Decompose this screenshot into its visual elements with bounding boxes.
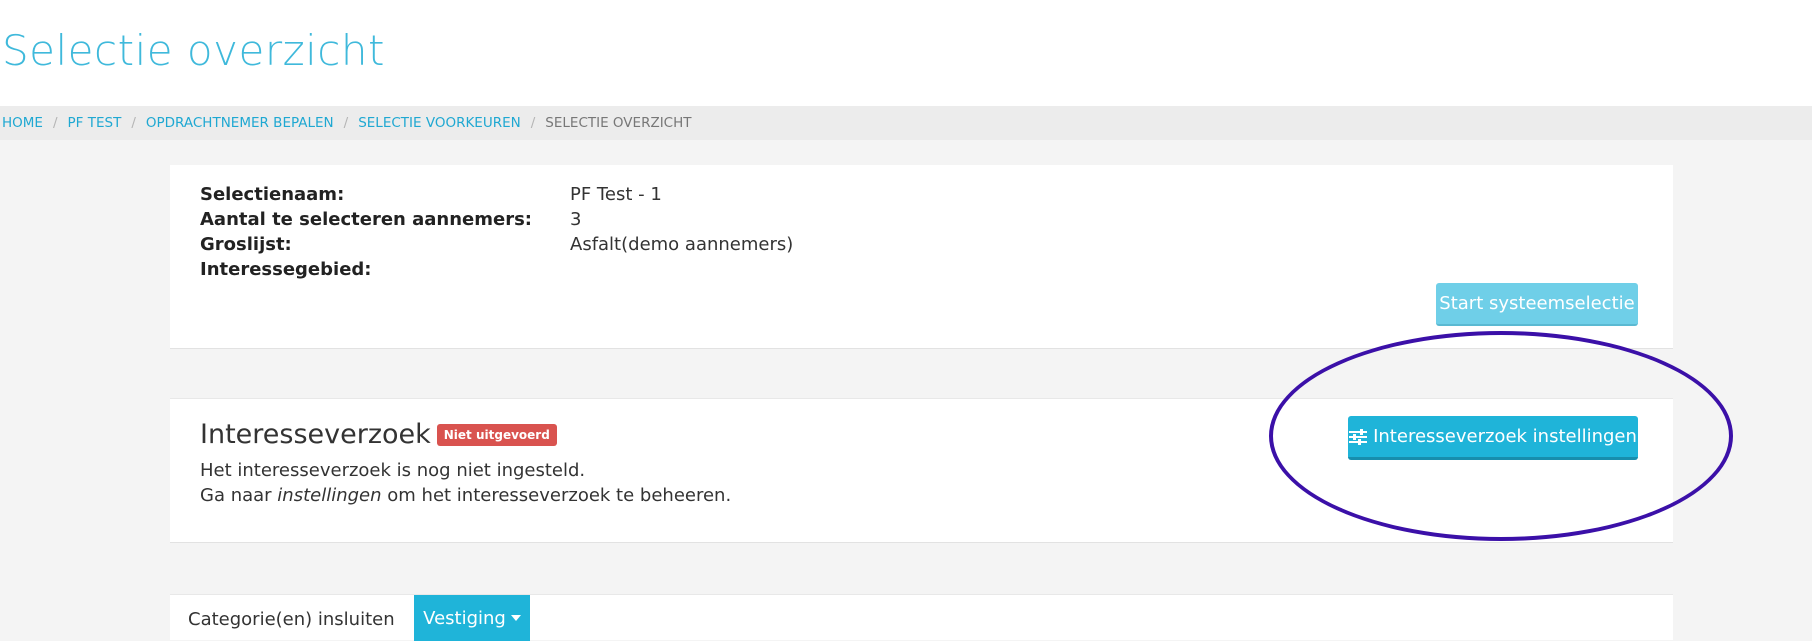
interest-title: Interesseverzoek <box>200 419 431 450</box>
breadcrumb: HOME / PF TEST / OPDRACHTNEMER BEPALEN /… <box>2 106 692 140</box>
breadcrumb-opdrachtnemer-bepalen[interactable]: OPDRACHTNEMER BEPALEN <box>146 115 334 131</box>
detail-row-interessegebied: Interessegebied: <box>200 259 570 284</box>
page-title: Selectie overzicht <box>2 26 385 75</box>
instructions-prefix: Ga naar <box>200 485 278 506</box>
breadcrumb-separator: / <box>52 115 58 131</box>
detail-row-aantal: Aantal te selecteren aannemers: 3 <box>200 209 581 234</box>
interest-header: Interesseverzoek Niet uitgevoerd <box>200 419 557 450</box>
selection-details-card: Selectienaam: PF Test - 1 Aantal te sele… <box>170 165 1673 349</box>
start-systeemselectie-button[interactable]: Start systeemselectie <box>1436 283 1638 326</box>
sliders-icon <box>1349 428 1368 445</box>
breadcrumb-separator: / <box>343 115 349 131</box>
breadcrumb-home[interactable]: HOME <box>2 115 43 131</box>
breadcrumb-pf-test[interactable]: PF TEST <box>68 115 122 131</box>
page-header: Selectie overzicht <box>0 0 1812 106</box>
caret-down-icon <box>510 615 521 621</box>
detail-row-selectienaam: Selectienaam: PF Test - 1 <box>200 184 662 209</box>
instructions-suffix: om het interesseverzoek te beheeren. <box>381 485 732 506</box>
interest-settings-button[interactable]: Interesseverzoek instellingen <box>1348 416 1638 460</box>
category-label: Categorie(en) insluiten <box>188 609 395 630</box>
detail-label: Interessegebied: <box>200 259 372 280</box>
interest-settings-label: Interesseverzoek instellingen <box>1373 426 1637 447</box>
interest-request-card: Interesseverzoek Niet uitgevoerd Het int… <box>170 398 1673 543</box>
detail-label: Aantal te selecteren aannemers: <box>200 209 532 230</box>
detail-value: 3 <box>570 209 582 230</box>
breadcrumb-separator: / <box>530 115 536 131</box>
instructions-emphasis: instellingen <box>277 485 382 506</box>
breadcrumb-bar: HOME / PF TEST / OPDRACHTNEMER BEPALEN /… <box>0 106 1812 140</box>
breadcrumb-selectie-overzicht: SELECTIE OVERZICHT <box>545 115 692 131</box>
status-badge: Niet uitgevoerd <box>436 423 557 446</box>
breadcrumb-separator: / <box>131 115 136 131</box>
interest-instructions: Ga naar instellingen om het interessever… <box>200 485 731 506</box>
detail-label: Selectienaam: <box>200 184 345 205</box>
vestiging-dropdown-label: Vestiging <box>423 607 506 629</box>
detail-value: PF Test - 1 <box>570 184 662 205</box>
detail-row-groslijst: Groslijst: Asfalt(demo aannemers) <box>200 234 793 259</box>
category-card: Categorie(en) insluiten Vestiging <box>170 594 1673 641</box>
vestiging-dropdown[interactable]: Vestiging <box>414 595 530 641</box>
interest-description: Het interesseverzoek is nog niet ingeste… <box>200 460 586 481</box>
breadcrumb-selectie-voorkeuren[interactable]: SELECTIE VOORKEUREN <box>358 115 521 131</box>
detail-label: Groslijst: <box>200 234 292 255</box>
detail-value: Asfalt(demo aannemers) <box>570 234 794 255</box>
